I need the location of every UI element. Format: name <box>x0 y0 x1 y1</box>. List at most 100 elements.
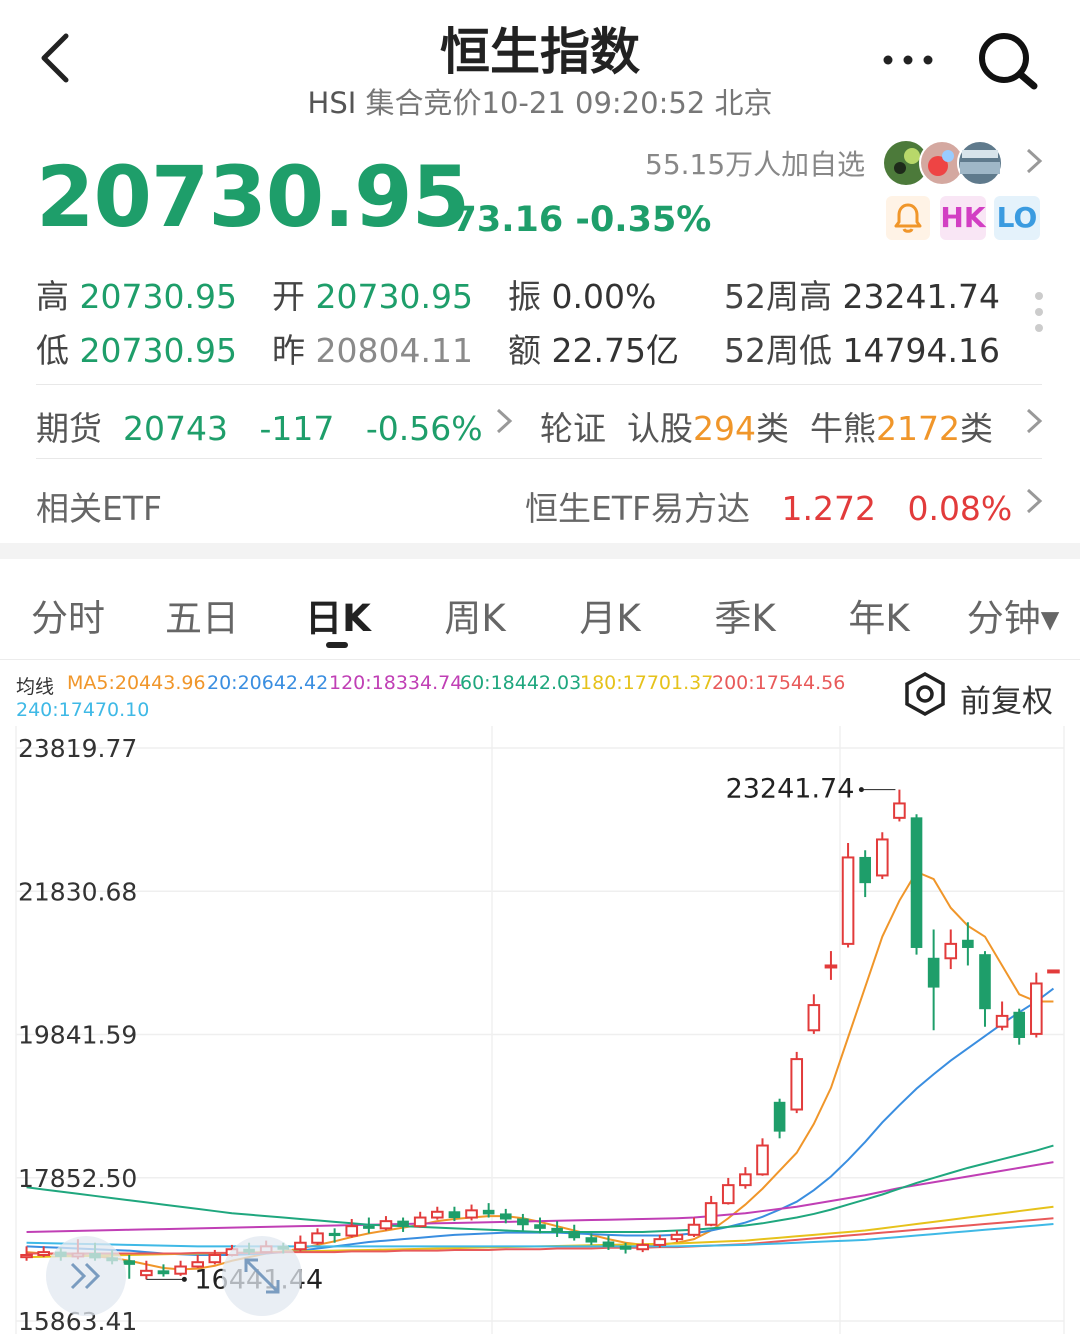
candle-body-down <box>157 1270 170 1275</box>
stat-turnover: 额 22.75亿 <box>508 331 679 370</box>
watcher-avatars[interactable] <box>882 138 1012 188</box>
adjust-settings-icon[interactable] <box>903 671 947 717</box>
candle-body-up <box>636 1243 649 1251</box>
y-axis-label: 17852.50 <box>18 1164 137 1193</box>
candle-body-up <box>824 964 838 969</box>
candle-body-up <box>345 1225 359 1237</box>
price-change: -73.16 -0.35% <box>438 200 711 240</box>
warrants-row[interactable]: 轮证 认股294类 牛熊2172类 <box>540 402 993 450</box>
candle-body-down <box>499 1213 512 1220</box>
ma-legend-title: 均线 <box>16 676 55 698</box>
candle-body-down <box>551 1227 563 1233</box>
ma-legend-240: 240:17470.10 <box>16 699 150 721</box>
tab-yearly-k[interactable]: 年K <box>844 588 914 642</box>
candle-body-up <box>413 1216 427 1228</box>
candle-body-down <box>602 1241 615 1247</box>
ma-legend-180: 180:17701.37 <box>580 672 714 694</box>
change-value: -73.16 <box>438 200 564 240</box>
candle-body-down <box>619 1245 632 1250</box>
stat-open: 开 20730.95 <box>272 277 473 316</box>
candle-body-up <box>431 1210 444 1219</box>
futures-row[interactable]: 期货 20743 -117 -0.56% <box>36 402 483 450</box>
ma-legend-200: 200:17544.56 <box>712 672 846 694</box>
candle-body-down <box>859 856 871 884</box>
tab-daily-k[interactable]: 日K <box>300 588 376 642</box>
warrants-chevron-icon[interactable] <box>1024 404 1044 442</box>
max-price-annotation: 23241.74 <box>726 774 855 805</box>
hk-badge[interactable]: HK <box>940 196 986 240</box>
candle-body-down <box>448 1211 461 1219</box>
change-percent: -0.35% <box>575 200 712 240</box>
candle-body-down <box>482 1209 495 1215</box>
kline-chart[interactable]: 23819.77 21830.68 19841.59 17852.50 15863.41… <box>0 726 1080 1334</box>
more-icon[interactable] <box>880 40 936 80</box>
y-axis-label: 21830.68 <box>18 877 137 906</box>
expand-icon[interactable] <box>222 1236 302 1316</box>
adjust-label[interactable]: 前复权 <box>960 676 1053 721</box>
candle-body-down <box>363 1225 375 1229</box>
candle-body-up <box>140 1269 153 1277</box>
stat-prev-close: 昨 20804.11 <box>272 331 473 370</box>
stat-amplitude: 振 0.00% <box>508 277 657 316</box>
futures-chevron-icon[interactable] <box>494 404 514 442</box>
tab-monthly-k[interactable]: 月K <box>575 588 645 642</box>
stat-52w-high: 52周高 23241.74 <box>724 277 1000 316</box>
active-tab-indicator <box>326 642 348 648</box>
tab-weekly-k[interactable]: 周K <box>440 588 510 642</box>
fast-forward-button[interactable] <box>46 1236 126 1316</box>
candle-body-up <box>670 1233 684 1241</box>
candle-body-up <box>739 1173 752 1187</box>
candle-body-up <box>208 1253 222 1264</box>
tab-minute[interactable]: 分钟▾ <box>958 588 1068 642</box>
y-axis-label: 19841.59 <box>18 1021 137 1050</box>
alert-bell-icon[interactable] <box>886 196 930 240</box>
auction-status: 集合竞价10-21 09:20:52 北京 <box>365 86 773 120</box>
candle-body-up <box>1047 969 1060 974</box>
tab-quarterly-k[interactable]: 季K <box>710 588 780 642</box>
candle-body-up <box>20 1253 33 1259</box>
candle-body-up <box>379 1220 393 1230</box>
candle-body-up <box>807 1004 821 1032</box>
y-axis-label: 23819.77 <box>18 734 137 763</box>
lo-badge[interactable]: LO <box>994 196 1040 240</box>
current-price: 20730.95 <box>36 148 470 246</box>
candle-body-up <box>704 1202 718 1226</box>
candle-body-up <box>995 1014 1009 1028</box>
min-dot <box>181 1276 187 1282</box>
etf-row[interactable]: 恒生ETF易方达 1.272 0.08% <box>525 482 1012 530</box>
tab-intraday[interactable]: 分时 <box>28 588 108 642</box>
ma-legend-20: 20:20642.42 <box>207 672 329 694</box>
market-status: HSI 集合竞价10-21 09:20:52 北京 <box>0 80 1080 122</box>
watchlist-count[interactable]: 55.15万人加自选 <box>645 143 865 183</box>
candle-body-up <box>893 802 906 819</box>
candle-body-up <box>311 1232 324 1244</box>
stat-low: 低 20730.95 <box>36 331 237 370</box>
candle-body-up <box>465 1209 478 1219</box>
etf-chevron-icon[interactable] <box>1024 484 1044 522</box>
candle-body-down <box>979 954 991 1010</box>
candle-body-down <box>773 1101 786 1132</box>
tab-five-day[interactable]: 五日 <box>162 588 242 642</box>
candle-body-up <box>756 1144 769 1176</box>
section-gap <box>0 543 1080 559</box>
vertical-dots-icon[interactable] <box>1032 290 1046 340</box>
candle-body-up <box>841 856 855 945</box>
candle-body-down <box>534 1224 546 1229</box>
candle-body-down <box>927 957 940 988</box>
ma-legend-120: 120:18334.74 <box>329 672 463 694</box>
stat-high: 高 20730.95 <box>36 277 237 316</box>
ma-legend-ma5: MA5:20443.96 <box>67 672 206 694</box>
candle-body-down <box>328 1232 341 1237</box>
candle-body-down <box>1013 1011 1026 1038</box>
candle-body-up <box>174 1265 187 1275</box>
chevron-right-icon[interactable] <box>1024 144 1044 186</box>
search-icon[interactable] <box>972 28 1042 94</box>
etf-label: 相关ETF <box>36 489 162 528</box>
candle-body-up <box>721 1184 735 1205</box>
candle-body-down <box>585 1237 598 1243</box>
divider <box>36 458 1042 459</box>
stat-52w-low: 52周低 14794.16 <box>724 331 1000 370</box>
candle-body-up <box>687 1223 701 1236</box>
candle-body-down <box>568 1231 581 1239</box>
ma-legend-60: 60:18442.03 <box>460 672 582 694</box>
